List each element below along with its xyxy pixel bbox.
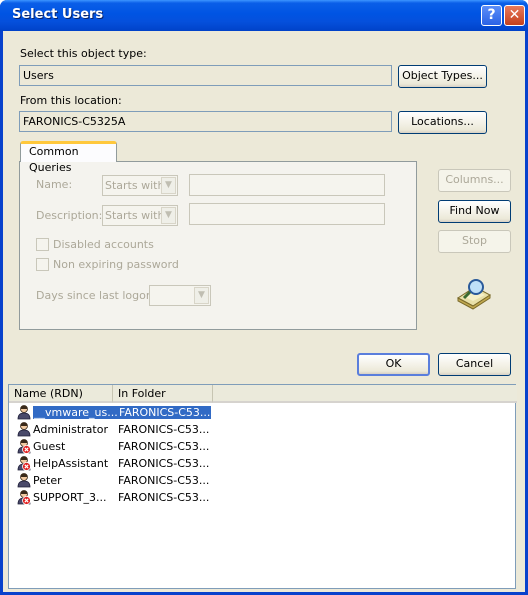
column-header-folder[interactable]: In Folder <box>113 385 213 403</box>
columns-button: Columns... <box>438 169 511 192</box>
object-type-field: Users <box>19 65 392 86</box>
row-folder-cell: FARONICS-C53... <box>118 423 210 436</box>
table-row[interactable]: HelpAssistant FARONICS-C53... <box>9 456 517 472</box>
object-type-label: Select this object type: <box>20 47 147 60</box>
name-label: Name: <box>36 178 73 191</box>
days-since-logon-label: Days since last logon: <box>36 289 157 302</box>
disabled-user-icon <box>17 490 31 505</box>
days-since-logon-select: ▼ <box>149 285 211 306</box>
row-folder-cell: FARONICS-C53... <box>118 457 210 470</box>
table-row[interactable]: SUPPORT_3... FARONICS-C53... <box>9 490 517 506</box>
description-label: Description: <box>36 209 103 222</box>
cancel-button[interactable]: Cancel <box>438 353 511 376</box>
non-expiring-label: Non expiring password <box>53 258 179 271</box>
window-title: Select Users <box>12 7 104 22</box>
name-mode-select: Starts with ▼ <box>102 175 178 196</box>
tab-common-queries[interactable]: Common Queries <box>20 141 117 174</box>
row-name-cell: HelpAssistant <box>33 457 109 470</box>
table-row[interactable]: Peter FARONICS-C53... <box>9 473 517 489</box>
user-icon <box>17 473 31 488</box>
title-bar[interactable]: Select Users ? ✕ <box>0 0 528 31</box>
close-button[interactable]: ✕ <box>504 5 525 26</box>
name-mode-value: Starts with <box>105 179 165 192</box>
object-types-button[interactable]: Object Types... <box>398 65 487 88</box>
chevron-down-icon: ▼ <box>161 177 176 194</box>
find-now-button[interactable]: Find Now <box>438 200 511 223</box>
row-folder-cell: FARONICS-C53... <box>118 474 210 487</box>
description-mode-value: Starts with <box>105 209 165 222</box>
disabled-user-icon <box>17 456 31 471</box>
column-header-filler <box>213 385 517 403</box>
location-field: FARONICS-C5325A <box>19 111 392 132</box>
row-folder-cell: FARONICS-C53... <box>118 491 210 504</box>
disabled-accounts-label: Disabled accounts <box>53 238 154 251</box>
table-row[interactable]: __vmware_us... FARONICS-C53... <box>9 405 517 421</box>
locations-button[interactable]: Locations... <box>398 111 487 134</box>
table-row[interactable]: Administrator FARONICS-C53... <box>9 422 517 438</box>
chevron-down-icon: ▼ <box>194 287 209 304</box>
location-label: From this location: <box>20 94 122 107</box>
search-results-list[interactable]: Name (RDN) In Folder __vmware_us... FARON… <box>8 384 517 589</box>
column-header-name[interactable]: Name (RDN) <box>9 385 113 403</box>
non-expiring-checkbox <box>36 258 49 271</box>
description-mode-select: Starts with ▼ <box>102 205 178 226</box>
row-name-cell: Guest <box>33 440 66 453</box>
chevron-down-icon: ▼ <box>161 207 176 224</box>
table-row[interactable]: Guest FARONICS-C53... <box>9 439 517 455</box>
name-input <box>189 174 385 196</box>
row-name-cell: Administrator <box>33 423 108 436</box>
disabled-user-icon <box>17 439 31 454</box>
row-folder-cell: FARONICS-C53... <box>118 440 210 453</box>
search-magnifier-icon <box>457 279 491 310</box>
row-name-cell: Peter <box>33 474 62 487</box>
help-button[interactable]: ? <box>481 5 502 26</box>
ok-button[interactable]: OK <box>357 353 430 376</box>
stop-button: Stop <box>438 230 511 253</box>
user-icon <box>17 405 31 420</box>
user-icon <box>17 422 31 437</box>
description-input <box>189 203 385 225</box>
row-name-cell: SUPPORT_3... <box>33 491 107 504</box>
row-name-cell: __vmware_us... <box>33 406 119 419</box>
disabled-accounts-checkbox <box>36 238 49 251</box>
row-folder-cell: FARONICS-C53... <box>118 406 212 419</box>
